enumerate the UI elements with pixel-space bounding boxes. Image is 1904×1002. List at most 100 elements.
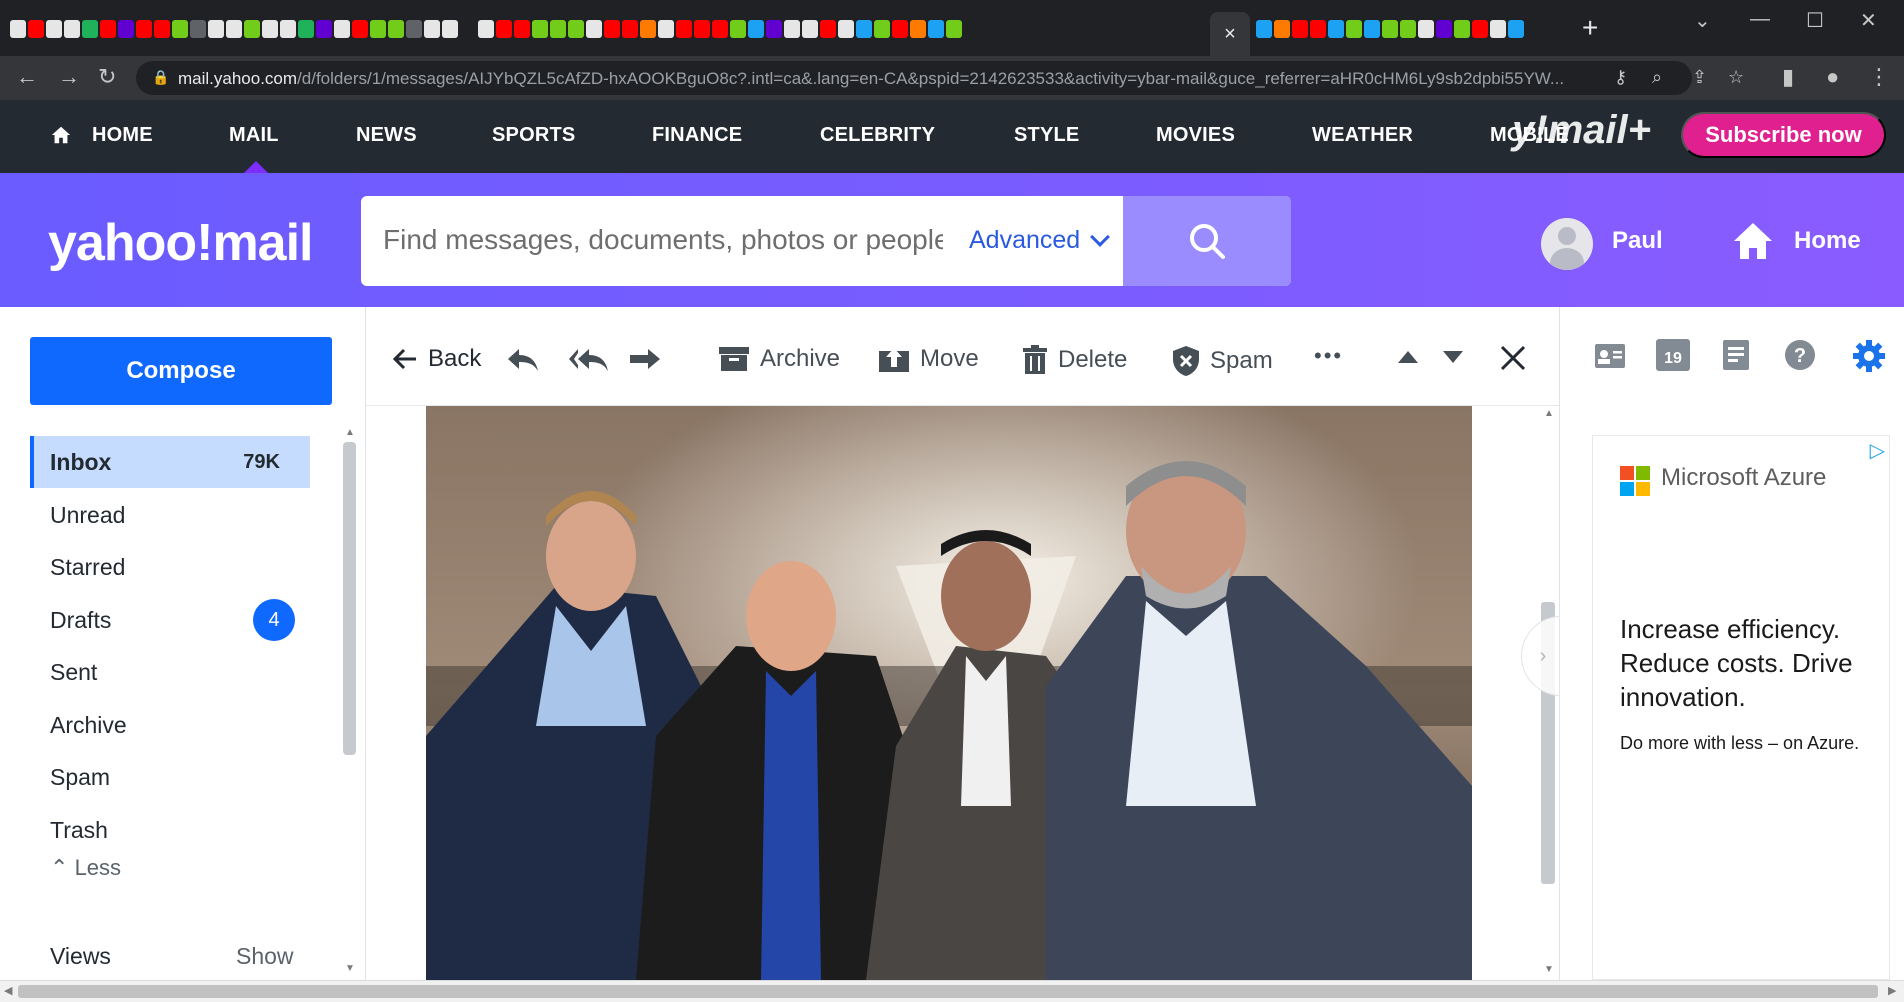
chevron-up-icon: ⌃ (50, 855, 69, 880)
home-icon[interactable] (1731, 219, 1775, 263)
forward-icon[interactable] (628, 347, 662, 373)
folder-sent[interactable]: Sent (30, 646, 310, 698)
message-body: ▲ ▼ › (366, 406, 1565, 980)
views-show-link[interactable]: Show (236, 943, 294, 970)
reply-all-icon[interactable] (568, 347, 610, 373)
more-actions-icon[interactable]: ••• (1314, 343, 1343, 369)
folder-label: Unread (50, 501, 126, 528)
screen: × + ⌄ — ☐ ✕ ← → ↻ 🔒 mail.yahoo.com/d/fol… (0, 0, 1904, 1002)
tab-search-icon[interactable]: ⌄ (1694, 8, 1711, 33)
folder-inbox[interactable]: Inbox 79K (30, 436, 310, 488)
browser-toolbar: ← → ↻ 🔒 mail.yahoo.com/d/folders/1/messa… (0, 56, 1904, 100)
notepad-icon[interactable] (1722, 339, 1750, 371)
delete-button[interactable]: Delete (1022, 345, 1127, 375)
settings-gear-icon[interactable] (1852, 339, 1886, 373)
folder-spam[interactable]: Spam (30, 751, 310, 803)
subscribe-button[interactable]: Subscribe now (1681, 112, 1886, 158)
active-tab[interactable]: × (1210, 12, 1250, 56)
views-heading: Views (50, 943, 111, 969)
scroll-up-arrow[interactable]: ▲ (345, 427, 355, 438)
nav-mail[interactable]: MAIL (229, 124, 279, 147)
user-name[interactable]: Paul (1612, 227, 1663, 255)
archive-button[interactable]: Archive (718, 345, 840, 373)
less-toggle[interactable]: ⌃ Less (50, 855, 121, 881)
archive-label: Archive (760, 345, 841, 372)
compose-button[interactable]: Compose (30, 337, 332, 405)
calendar-icon[interactable]: 19 (1656, 339, 1690, 371)
nav-sports[interactable]: SPORTS (492, 124, 575, 147)
home-link[interactable]: Home (1794, 227, 1861, 255)
back-nav-icon[interactable]: ← (16, 64, 38, 90)
folder-sidebar: Compose Inbox 79K Unread Starred Drafts … (0, 307, 366, 980)
mail-plus-logo[interactable]: y!mail+ (1512, 108, 1651, 153)
profile-icon[interactable]: ● (1826, 64, 1839, 90)
forward-nav-icon[interactable]: → (58, 64, 80, 90)
attached-photo[interactable] (426, 406, 1472, 980)
spam-button[interactable]: Spam (1172, 345, 1273, 377)
ad-choices-icon[interactable]: ▷ (1870, 438, 1885, 463)
close-message-icon[interactable] (1500, 345, 1526, 371)
nav-finance[interactable]: FINANCE (652, 124, 742, 147)
help-icon[interactable]: ? (1784, 339, 1816, 371)
nav-news[interactable]: NEWS (356, 124, 417, 147)
ad-subtext: Do more with less – on Azure. (1620, 733, 1860, 753)
nav-weather[interactable]: WEATHER (1312, 124, 1413, 147)
scroll-down-arrow[interactable]: ▼ (345, 963, 355, 974)
browser-menu-icon[interactable]: ⋮ (1868, 64, 1890, 90)
horizontal-scrollbar-thumb[interactable] (18, 985, 1878, 998)
nav-style[interactable]: STYLE (1014, 124, 1079, 147)
folder-label: Archive (50, 711, 127, 738)
scroll-left-arrow[interactable]: ◀ (4, 984, 12, 997)
active-nav-caret (244, 161, 268, 173)
folder-unread[interactable]: Unread (30, 489, 310, 541)
folder-archive[interactable]: Archive (30, 699, 310, 751)
move-button[interactable]: Move (878, 345, 979, 373)
nav-home[interactable]: HOME (92, 124, 153, 147)
next-message-icon[interactable] (1443, 351, 1463, 363)
pinned-tabs[interactable] (10, 16, 1200, 42)
minimize-icon[interactable]: — (1750, 8, 1770, 31)
share-icon[interactable]: ⇪ (1692, 67, 1707, 88)
key-icon[interactable]: ⚷ (1614, 67, 1627, 88)
previous-message-icon[interactable] (1398, 351, 1418, 363)
url-text[interactable]: mail.yahoo.com/d/folders/1/messages/AIJY… (178, 69, 1598, 89)
back-button[interactable]: Back (392, 345, 481, 373)
search-button[interactable] (1123, 196, 1291, 286)
horizontal-scrollbar[interactable]: ◀ ▶ (0, 980, 1904, 1002)
scroll-down-arrow[interactable]: ▼ (1544, 964, 1554, 975)
nav-celebrity[interactable]: CELEBRITY (820, 124, 935, 147)
folder-trash[interactable]: Trash (30, 804, 310, 856)
reply-icon[interactable] (506, 347, 540, 373)
scroll-right-arrow[interactable]: ▶ (1888, 984, 1896, 997)
sidebar-scrollbar[interactable] (343, 442, 356, 755)
new-tab-button[interactable]: + (1582, 14, 1598, 42)
yahoo-mail-logo[interactable]: yahoo!mail (48, 213, 313, 273)
contacts-icon[interactable] (1594, 343, 1626, 369)
avatar[interactable] (1541, 218, 1593, 270)
folder-label: Trash (50, 816, 108, 843)
bookmark-star-icon[interactable]: ☆ (1728, 67, 1744, 88)
maximize-icon[interactable]: ☐ (1806, 8, 1824, 33)
trash-icon (1023, 345, 1047, 374)
browser-tab-strip: × + ⌄ — ☐ ✕ (0, 0, 1904, 56)
folder-starred[interactable]: Starred (30, 541, 310, 593)
zoom-icon[interactable]: ⌕ (1652, 67, 1662, 88)
search-input[interactable] (383, 224, 943, 256)
unread-count: 79K (243, 450, 280, 473)
more-tabs[interactable] (1256, 16, 1556, 42)
folder-drafts[interactable]: Drafts 4 (30, 594, 310, 646)
address-bar[interactable]: 🔒 mail.yahoo.com/d/folders/1/messages/AI… (136, 61, 1744, 95)
advanced-search-link[interactable]: Advanced (969, 226, 1080, 255)
scroll-up-arrow[interactable]: ▲ (1544, 408, 1554, 419)
sidebar-toggle-icon[interactable]: ▮ (1782, 64, 1794, 90)
close-tab-icon[interactable]: × (1224, 23, 1236, 46)
spam-label: Spam (1210, 347, 1273, 374)
close-window-icon[interactable]: ✕ (1860, 8, 1877, 33)
microsoft-logo (1620, 466, 1650, 496)
nav-movies[interactable]: MOVIES (1156, 124, 1235, 147)
home-nav-icon[interactable] (50, 124, 72, 146)
reload-icon[interactable]: ↻ (98, 64, 116, 90)
chevron-down-icon[interactable] (1090, 227, 1110, 247)
advertisement[interactable]: ▷ Microsoft Azure Increase efficiency. R… (1592, 435, 1890, 980)
calendar-day: 19 (1664, 350, 1682, 367)
